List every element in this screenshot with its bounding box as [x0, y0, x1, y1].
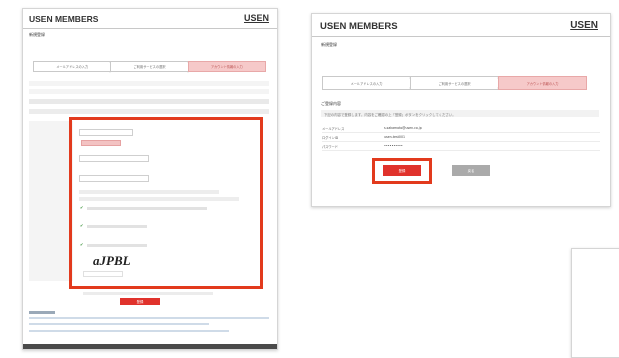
brand-title: USEN MEMBERS	[320, 21, 398, 32]
section-bar	[29, 109, 269, 114]
header-divider	[312, 36, 610, 37]
brand-logo[interactable]: USEN	[244, 13, 269, 23]
submit-button[interactable]: 登録	[120, 298, 160, 305]
section-title: ご登録内容	[321, 101, 341, 106]
back-button[interactable]: 戻る	[452, 165, 490, 176]
footer-links[interactable]	[29, 330, 229, 332]
info-row	[29, 89, 269, 94]
form-label-column	[29, 121, 73, 281]
highlight-frame-form	[69, 117, 263, 289]
confirm-row-password: パスワード ••••••••••	[322, 142, 600, 151]
partial-panel	[571, 248, 619, 358]
footer-title	[29, 311, 55, 314]
step-indicator: メールアドレスの入力 ご利用サービスの選択 アカウント情報の入力	[322, 76, 587, 90]
page-heading: 新規登録	[29, 32, 45, 37]
right-screenshot-panel: USEN MEMBERS USEN 新規登録 メールアドレスの入力 ご利用サービ…	[311, 13, 611, 207]
footer-bar	[23, 344, 277, 349]
confirm-row-login-id: ログインID usen-test001	[322, 133, 600, 142]
step-service: ご利用サービスの選択	[110, 60, 194, 73]
step-email: メールアドレスの入力	[33, 60, 116, 73]
step-indicator: メールアドレスの入力 ご利用サービスの選択 アカウント情報の入力	[33, 60, 266, 73]
highlight-frame-register	[372, 158, 432, 184]
terms-note	[83, 292, 213, 295]
info-row	[29, 81, 269, 86]
step-email: メールアドレスの入力	[322, 76, 416, 90]
notice-text: 下記の内容で登録します。内容をご確認の上「登録」ボタンをクリックしてください。	[324, 113, 456, 117]
step-account: アカウント情報の入力	[498, 76, 587, 90]
footer-links[interactable]	[29, 317, 269, 319]
confirm-row-email: メールアドレス s.sakamoto@usen.co.jp	[322, 124, 600, 133]
left-screenshot-panel: USEN MEMBERS USEN 新規登録 メールアドレスの入力 ご利用サービ…	[22, 8, 278, 350]
footer-links[interactable]	[29, 323, 209, 325]
page-heading: 新規登録	[321, 42, 337, 47]
section-bar	[29, 99, 269, 104]
brand-title: USEN MEMBERS	[29, 14, 99, 24]
brand-logo[interactable]: USEN	[570, 20, 598, 31]
step-service: ご利用サービスの選択	[410, 76, 504, 90]
header-divider	[23, 28, 277, 29]
step-account: アカウント情報の入力	[187, 61, 266, 72]
